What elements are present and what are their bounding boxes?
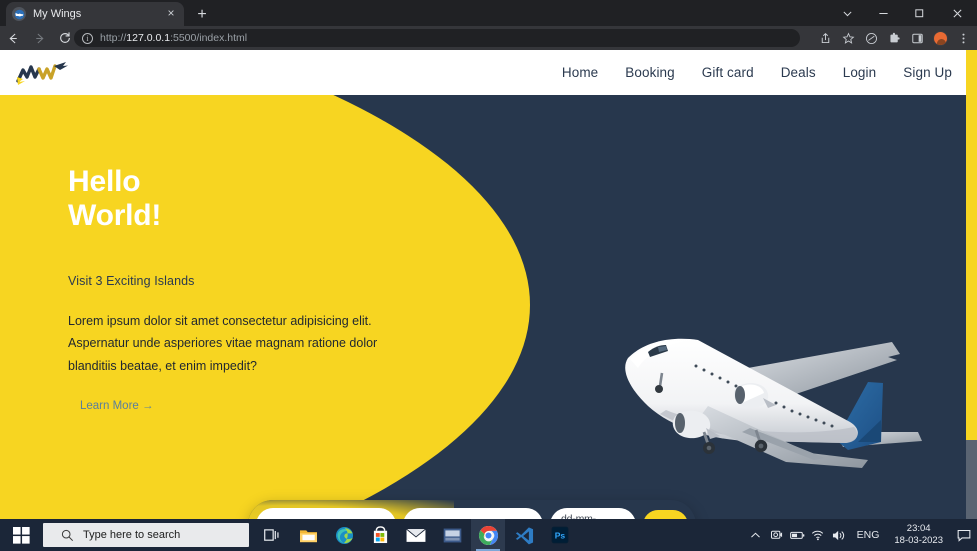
windows-start-icon[interactable] <box>0 519 42 551</box>
side-panel-icon[interactable] <box>906 26 929 50</box>
page-scrollbar-thumb[interactable] <box>966 50 977 440</box>
file-explorer-icon[interactable] <box>291 519 325 551</box>
arrival-input[interactable] <box>403 508 543 519</box>
tray-clock[interactable]: 23:04 18-03-2023 <box>886 523 951 547</box>
tray-language[interactable]: ENG <box>850 529 887 541</box>
address-bar[interactable]: i http://127.0.0.1:5500/index.html <box>74 29 800 47</box>
window-minimize-button[interactable] <box>865 0 901 26</box>
vs-code-icon[interactable] <box>507 519 541 551</box>
sidebar-item-gift-card[interactable]: Gift card <box>702 65 754 80</box>
mail-icon[interactable] <box>399 519 433 551</box>
flight-search-bar: dd-mm-yyyy Submit <box>248 500 696 519</box>
info-icon[interactable]: i <box>82 32 93 44</box>
wifi-icon[interactable] <box>808 519 829 551</box>
browser-tab-title: My Wings <box>33 8 82 20</box>
extensions-puzzle-icon[interactable] <box>883 26 906 50</box>
webcam-icon[interactable] <box>766 519 787 551</box>
page-scrollbar[interactable] <box>966 50 977 519</box>
hero-subtitle: Visit 3 Exciting Islands <box>68 274 195 289</box>
my-wings-logo[interactable] <box>14 57 76 87</box>
address-bar-url: http://127.0.0.1:5500/index.html <box>100 32 248 44</box>
submit-button[interactable]: Submit <box>642 510 688 519</box>
media-app-icon[interactable] <box>435 519 469 551</box>
tray-date: 18-03-2023 <box>894 535 943 546</box>
tray-overflow-chevron-icon[interactable] <box>745 519 766 551</box>
microsoft-edge-icon[interactable] <box>327 519 361 551</box>
svg-text:Ps: Ps <box>555 531 566 541</box>
system-tray: ENG 23:04 18-03-2023 <box>745 519 977 551</box>
date-input[interactable]: dd-mm-yyyy <box>550 508 636 519</box>
screen: My Wings × + i http://127.0.0.1:5500/ind… <box>0 0 977 551</box>
site-navbar: Home Booking Gift card Deals Login Sign … <box>0 50 966 95</box>
browser-tabstrip: My Wings × + <box>0 0 977 26</box>
site-nav-links: Home Booking Gift card Deals Login Sign … <box>562 50 952 95</box>
departure-input[interactable] <box>256 508 396 519</box>
tab-close-icon[interactable]: × <box>164 7 178 21</box>
date-input-value: dd-mm-yyyy <box>561 513 596 519</box>
hero-copy: Hello World! Visit 3 Exciting Islands Lo… <box>68 165 438 414</box>
globe-icon <box>12 7 26 21</box>
window-close-button[interactable] <box>937 0 977 26</box>
airplane-takeoff-photo <box>600 310 940 500</box>
hero-paragraph: Lorem ipsum dolor sit amet consectetur a… <box>68 314 378 373</box>
bookmark-star-icon[interactable] <box>837 26 860 50</box>
no-entry-icon[interactable] <box>860 26 883 50</box>
sidebar-item-deals[interactable]: Deals <box>781 65 816 80</box>
task-view-icon[interactable] <box>255 519 289 551</box>
volume-icon[interactable] <box>829 519 850 551</box>
more-vert-icon[interactable] <box>952 26 975 50</box>
sidebar-item-login[interactable]: Login <box>843 65 877 80</box>
tab-search-chevron-icon[interactable] <box>829 0 865 26</box>
profile-avatar[interactable] <box>933 30 948 46</box>
page-title: Hello World! <box>68 165 162 232</box>
search-icon <box>61 529 74 542</box>
learn-more-link[interactable]: Learn More → <box>80 400 154 412</box>
page-viewport: Home Booking Gift card Deals Login Sign … <box>0 50 977 519</box>
window-controls <box>829 0 977 26</box>
forward-icon[interactable] <box>26 26 52 50</box>
windows-taskbar: Type here to search Ps ENG 23:04 18-03-2… <box>0 519 977 551</box>
battery-icon[interactable] <box>787 519 808 551</box>
taskbar-search-placeholder: Type here to search <box>83 529 181 541</box>
taskbar-search-input[interactable]: Type here to search <box>43 523 249 547</box>
google-chrome-icon[interactable] <box>471 519 505 551</box>
photoshop-icon[interactable]: Ps <box>543 519 577 551</box>
new-tab-button[interactable]: + <box>192 5 212 25</box>
microsoft-store-icon[interactable] <box>363 519 397 551</box>
sidebar-item-booking[interactable]: Booking <box>625 65 675 80</box>
share-icon[interactable] <box>814 26 837 50</box>
hero-section: Hello World! Visit 3 Exciting Islands Lo… <box>0 95 966 519</box>
sidebar-item-signup[interactable]: Sign Up <box>903 65 952 80</box>
taskbar-apps: Ps <box>255 519 577 551</box>
sidebar-item-home[interactable]: Home <box>562 65 598 80</box>
notification-icon[interactable] <box>951 519 977 551</box>
window-maximize-button[interactable] <box>901 0 937 26</box>
browser-tab[interactable]: My Wings × <box>6 2 184 26</box>
browser-toolbar-actions <box>814 26 975 50</box>
tray-time: 23:04 <box>906 523 931 535</box>
back-icon[interactable] <box>0 26 26 50</box>
